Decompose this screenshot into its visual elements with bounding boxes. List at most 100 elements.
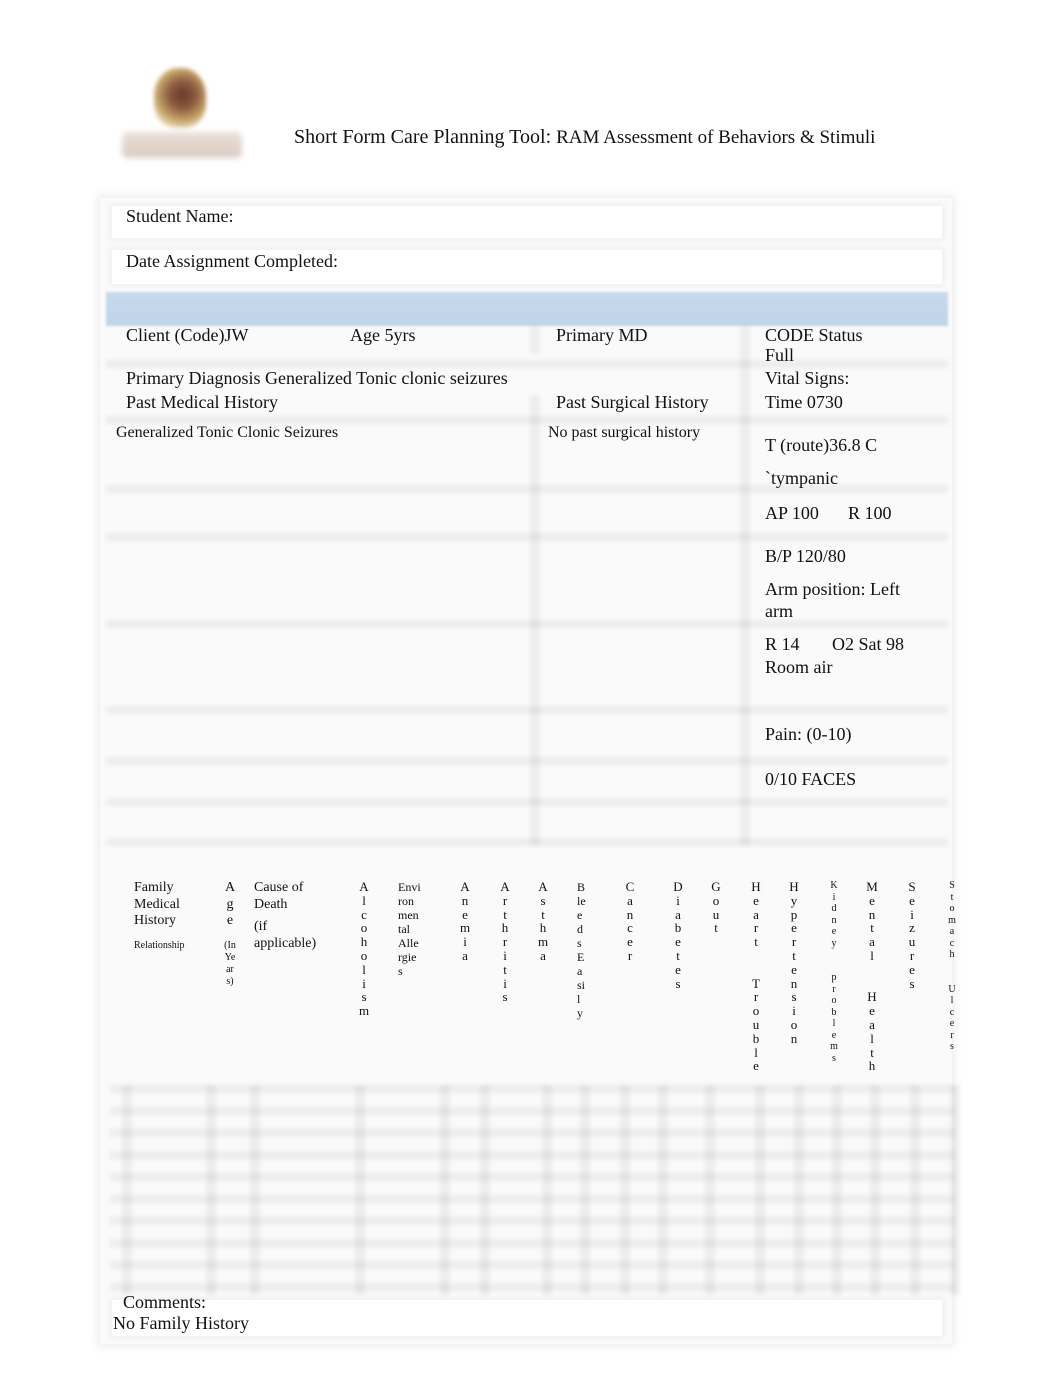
fh-condition-char: t <box>541 906 545 922</box>
fh-condition-char: t <box>792 947 796 963</box>
fh-cause-of-death-header: Cause of Death (if applicable) <box>254 880 316 952</box>
fh-condition-char: u <box>712 906 720 922</box>
student-name-field[interactable] <box>260 206 930 226</box>
fh-condition-cancer: Cancer <box>624 880 636 963</box>
fh-condition-heart-trouble: Heart Trouble <box>750 880 762 1073</box>
fh-condition-char: i <box>676 892 680 908</box>
fh-condition-char: o <box>752 1003 760 1019</box>
fh-condition-text: men <box>398 908 419 922</box>
fh-condition-text: a <box>577 964 583 978</box>
fh-condition-char: r <box>502 892 508 908</box>
fh-condition-char: r <box>791 934 797 950</box>
fh-condition-char: l <box>832 1018 836 1029</box>
fh-condition-char: r <box>832 983 836 995</box>
fh-condition-char: t <box>676 947 680 963</box>
grid-row-divider <box>110 1239 955 1247</box>
fh-condition-char: l <box>870 947 874 963</box>
fh-condition-char: c <box>949 1006 955 1018</box>
fh-condition-char: n <box>831 914 837 926</box>
fh-condition-char: h <box>360 934 368 950</box>
date-completed-field[interactable] <box>360 251 930 271</box>
fh-condition-char: y <box>790 892 798 908</box>
fh-condition-char: A <box>538 879 548 894</box>
family-history-grid <box>110 1085 960 1295</box>
vitals-radial-pulse: R 100 <box>848 503 892 523</box>
fh-cause-line: Cause of <box>254 880 304 895</box>
fh-condition-char: a <box>675 906 681 922</box>
fh-condition-char: r <box>753 989 759 1005</box>
fh-condition-char <box>828 961 840 973</box>
pain-score: 0/10 FACES <box>765 769 857 789</box>
fh-condition-char: d <box>831 903 837 914</box>
fh-condition-char: t <box>714 920 718 936</box>
fh-condition-char: l <box>950 995 954 1006</box>
fh-condition-char: b <box>752 1030 760 1046</box>
grid-row-divider <box>110 1129 955 1137</box>
fh-condition-char: m <box>358 1003 370 1019</box>
fh-condition-text: l <box>577 992 581 1006</box>
fh-condition-arthritis: Arthritis <box>499 880 511 1004</box>
title-sub: RAM Assessment of Behaviors & Stimuli <box>556 127 876 148</box>
fh-condition-char: t <box>754 934 758 950</box>
fh-condition-char <box>946 961 958 973</box>
fh-condition-char: e <box>909 892 915 908</box>
fh-condition-char: i <box>463 934 467 950</box>
fh-condition-text: si <box>577 978 586 992</box>
fh-condition-char: e <box>949 1018 955 1029</box>
fh-condition-char: s <box>791 989 797 1005</box>
fh-condition-char: H <box>751 879 761 894</box>
fh-condition-char: l <box>362 892 366 908</box>
fh-condition-char: t <box>503 961 507 977</box>
date-completed-label: Date Assignment Completed: <box>126 251 338 271</box>
divider <box>106 533 948 541</box>
logo-banner <box>122 132 242 158</box>
fh-condition-char: U <box>948 983 956 995</box>
grid-row-divider <box>110 1173 955 1181</box>
fh-condition-hypertension: Hypertension <box>788 880 800 1046</box>
fh-condition-char: h <box>868 1058 876 1074</box>
comments-value[interactable]: No Family History <box>113 1313 249 1334</box>
fh-condition-char: H <box>867 989 877 1005</box>
fh-condition-char: b <box>674 920 682 936</box>
divider <box>106 360 948 368</box>
fh-condition-char: n <box>626 906 634 922</box>
fh-condition-char: H <box>789 879 799 894</box>
fh-condition-char: u <box>752 1016 760 1032</box>
student-name-label: Student Name: <box>126 206 234 226</box>
fh-condition-char: n <box>461 892 469 908</box>
fh-condition-char: i <box>503 947 507 963</box>
fh-condition-char: m <box>830 1041 838 1052</box>
divider <box>530 326 540 354</box>
fh-condition-char <box>946 972 958 984</box>
fh-age-header: Age (In Years) <box>224 880 236 988</box>
vitals-time: Time 0730 <box>765 392 843 412</box>
fh-condition-char: i <box>362 975 366 991</box>
past-surgical-history-label: Past Surgical History <box>556 392 709 412</box>
fh-condition-char: s <box>832 1052 836 1064</box>
fh-condition-char: z <box>909 920 915 936</box>
fh-condition-char: u <box>908 934 916 950</box>
fh-condition-char: e <box>462 906 468 922</box>
fh-condition-char: e <box>675 934 681 950</box>
fh-condition-char: s <box>502 989 508 1005</box>
fh-condition-environmental-allergies: Envi ron men tal Alle rgie s <box>398 880 428 978</box>
fh-condition-char <box>866 963 878 977</box>
fh-condition-char: c <box>361 906 367 922</box>
grid-row-divider <box>110 1217 955 1225</box>
vital-signs-label: Vital Signs: <box>765 368 850 388</box>
fh-condition-kidney-problems: Kidney problems <box>828 880 840 1064</box>
fh-condition-stomach-ulcers: Stomach Ulcers <box>946 880 958 1053</box>
fh-condition-char <box>750 963 762 977</box>
fh-condition-asthma: Asthma <box>537 880 549 963</box>
fh-condition-char: c <box>627 920 633 936</box>
fh-condition-char <box>866 977 878 991</box>
grid-row-divider <box>110 1085 955 1093</box>
fh-condition-char: s <box>540 892 546 908</box>
fh-condition-char: A <box>359 879 369 894</box>
fh-condition-char: e <box>831 926 837 937</box>
fh-condition-char: o <box>790 1016 798 1032</box>
fh-condition-char: e <box>909 961 915 977</box>
fh-condition-char: o <box>360 920 368 936</box>
fh-condition-char: b <box>831 1006 837 1018</box>
fh-condition-char: y <box>831 937 837 949</box>
